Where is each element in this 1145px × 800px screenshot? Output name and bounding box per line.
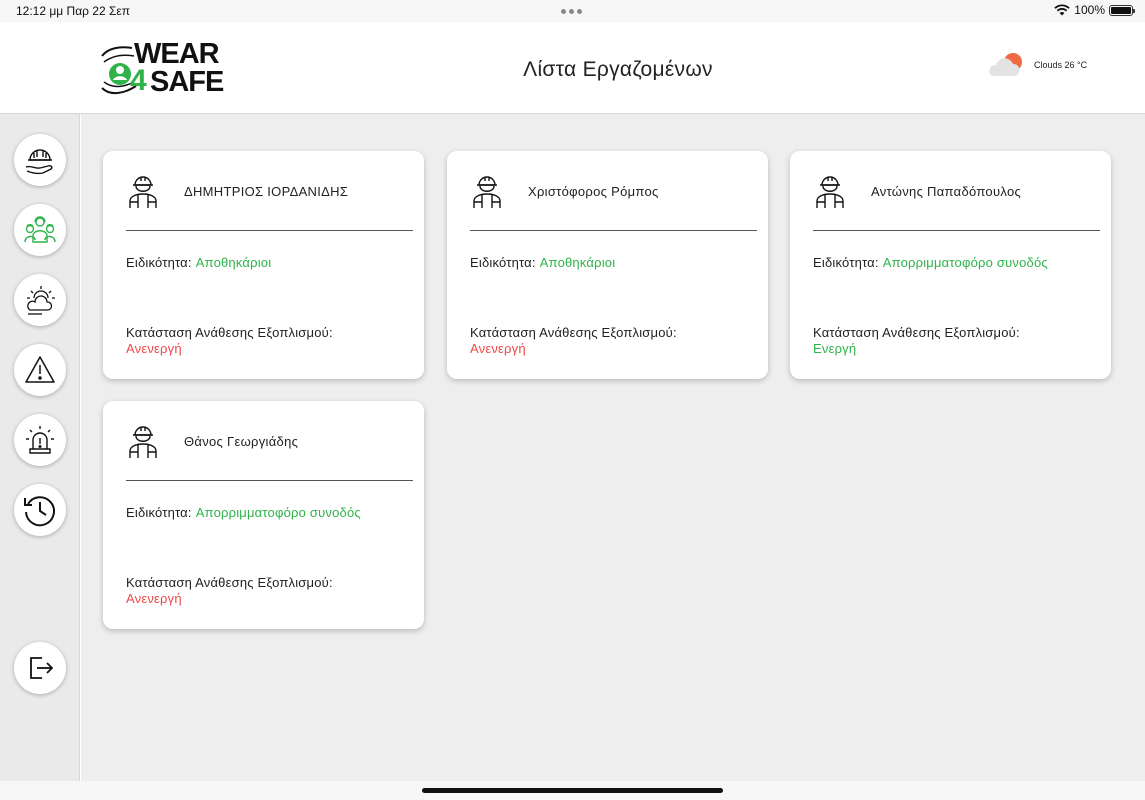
status-value: Ανενεργή: [126, 341, 182, 356]
employee-card[interactable]: ΔΗΜΗΤΡΙΟΣ ΙΟΡΔΑΝΙΔΗΣ Ειδικότητα: Αποθηκάρ…: [103, 151, 424, 379]
worker-avatar-icon: [473, 176, 501, 208]
employee-name: Θάνος Γεωργιάδης: [184, 434, 299, 449]
worker-avatar-icon: [129, 426, 157, 458]
specialty-row: Ειδικότητα: Αποθηκάριοι: [126, 255, 271, 270]
weather-icon: [27, 286, 55, 315]
card-divider: [813, 230, 1100, 231]
specialty-value: Αποθηκάριοι: [195, 255, 272, 270]
specialty-row: Ειδικότητα: Απορριμματοφόρο συνοδός: [126, 505, 361, 520]
status-bar: 12:12 μμ Παρ 22 Σεπ 100%: [0, 0, 1145, 22]
alarm-icon: [26, 426, 54, 454]
employee-card[interactable]: Αντώνης Παπαδόπουλος Ειδικότητα: Απορριμμ…: [790, 151, 1111, 379]
app-header: WEAR 4 SAFE Λίστα Εργαζομένων Clouds 26 …: [0, 22, 1145, 114]
status-right: 100%: [1054, 3, 1135, 17]
logout-icon: [30, 657, 54, 679]
employee-card[interactable]: Χριστόφορος Ρόμπος Ειδικότητα: Αποθηκάριο…: [447, 151, 768, 379]
specialty-value: Απορριμματοφόρο συνοδός: [882, 255, 1048, 270]
sidebar-item-equipment[interactable]: [14, 134, 66, 186]
sidebar-item-employees[interactable]: [14, 204, 66, 256]
hardhat-hand-icon: [25, 149, 53, 175]
employee-name: Χριστόφορος Ρόμπος: [528, 184, 659, 199]
sidebar-item-weather[interactable]: [14, 274, 66, 326]
specialty-row: Ειδικότητα: Απορριμματοφόρο συνοδός: [813, 255, 1048, 270]
status-time: 12:12 μμ Παρ 22 Σεπ: [16, 4, 131, 18]
specialty-value: Αποθηκάριοι: [539, 255, 616, 270]
employee-card[interactable]: Θάνος Γεωργιάδης Ειδικότητα: Απορριμματοφ…: [103, 401, 424, 629]
status-label: Κατάσταση Ανάθεσης Εξοπλισμού:: [470, 325, 677, 340]
employee-name: ΔΗΜΗΤΡΙΟΣ ΙΟΡΔΑΝΙΔΗΣ: [184, 184, 349, 199]
specialty-label: Ειδικότητα:: [126, 255, 192, 270]
sidebar-item-history[interactable]: [14, 484, 66, 536]
wifi-icon: [1054, 4, 1070, 16]
card-divider: [126, 230, 413, 231]
status-value: Ανενεργή: [470, 341, 526, 356]
status-label: Κατάσταση Ανάθεσης Εξοπλισμού:: [126, 325, 333, 340]
sidebar-item-warnings[interactable]: [14, 344, 66, 396]
worker-avatar-icon: [816, 176, 844, 208]
status-label: Κατάσταση Ανάθεσης Εξοπλισμού:: [813, 325, 1020, 340]
specialty-row: Ειδικότητα: Αποθηκάριοι: [470, 255, 615, 270]
status-value: Ανενεργή: [126, 591, 182, 606]
employee-list: ΔΗΜΗΤΡΙΟΣ ΙΟΡΔΑΝΙΔΗΣ Ειδικότητα: Αποθηκάρ…: [81, 114, 1145, 781]
partly-cloudy-icon: [989, 53, 1022, 76]
specialty-label: Ειδικότητα:: [470, 255, 536, 270]
battery-percent: 100%: [1074, 3, 1105, 17]
history-icon: [24, 496, 55, 527]
specialty-label: Ειδικότητα:: [813, 255, 879, 270]
warning-icon: [25, 356, 55, 383]
battery-icon: [1109, 4, 1135, 16]
specialty-label: Ειδικότητα:: [126, 505, 192, 520]
specialty-value: Απορριμματοφόρο συνοδός: [195, 505, 361, 520]
sidebar-item-logout[interactable]: [14, 642, 66, 694]
status-label: Κατάσταση Ανάθεσης Εξοπλισμού:: [126, 575, 333, 590]
status-value: Ενεργή: [813, 341, 857, 356]
home-indicator[interactable]: [422, 788, 723, 793]
weather-text: Clouds 26 °C: [1034, 60, 1088, 70]
worker-avatar-icon: [129, 176, 157, 208]
card-divider: [470, 230, 757, 231]
weather-widget: Clouds 26 °C: [984, 52, 1087, 78]
sidebar-item-alarms[interactable]: [14, 414, 66, 466]
sidebar: [0, 114, 80, 781]
page-title: Λίστα Εργαζομένων: [523, 58, 713, 81]
card-divider: [126, 480, 413, 481]
employee-name: Αντώνης Παπαδόπουλος: [871, 184, 1022, 199]
multitasking-dots-icon[interactable]: [561, 9, 582, 14]
workers-group-icon: [24, 216, 56, 243]
